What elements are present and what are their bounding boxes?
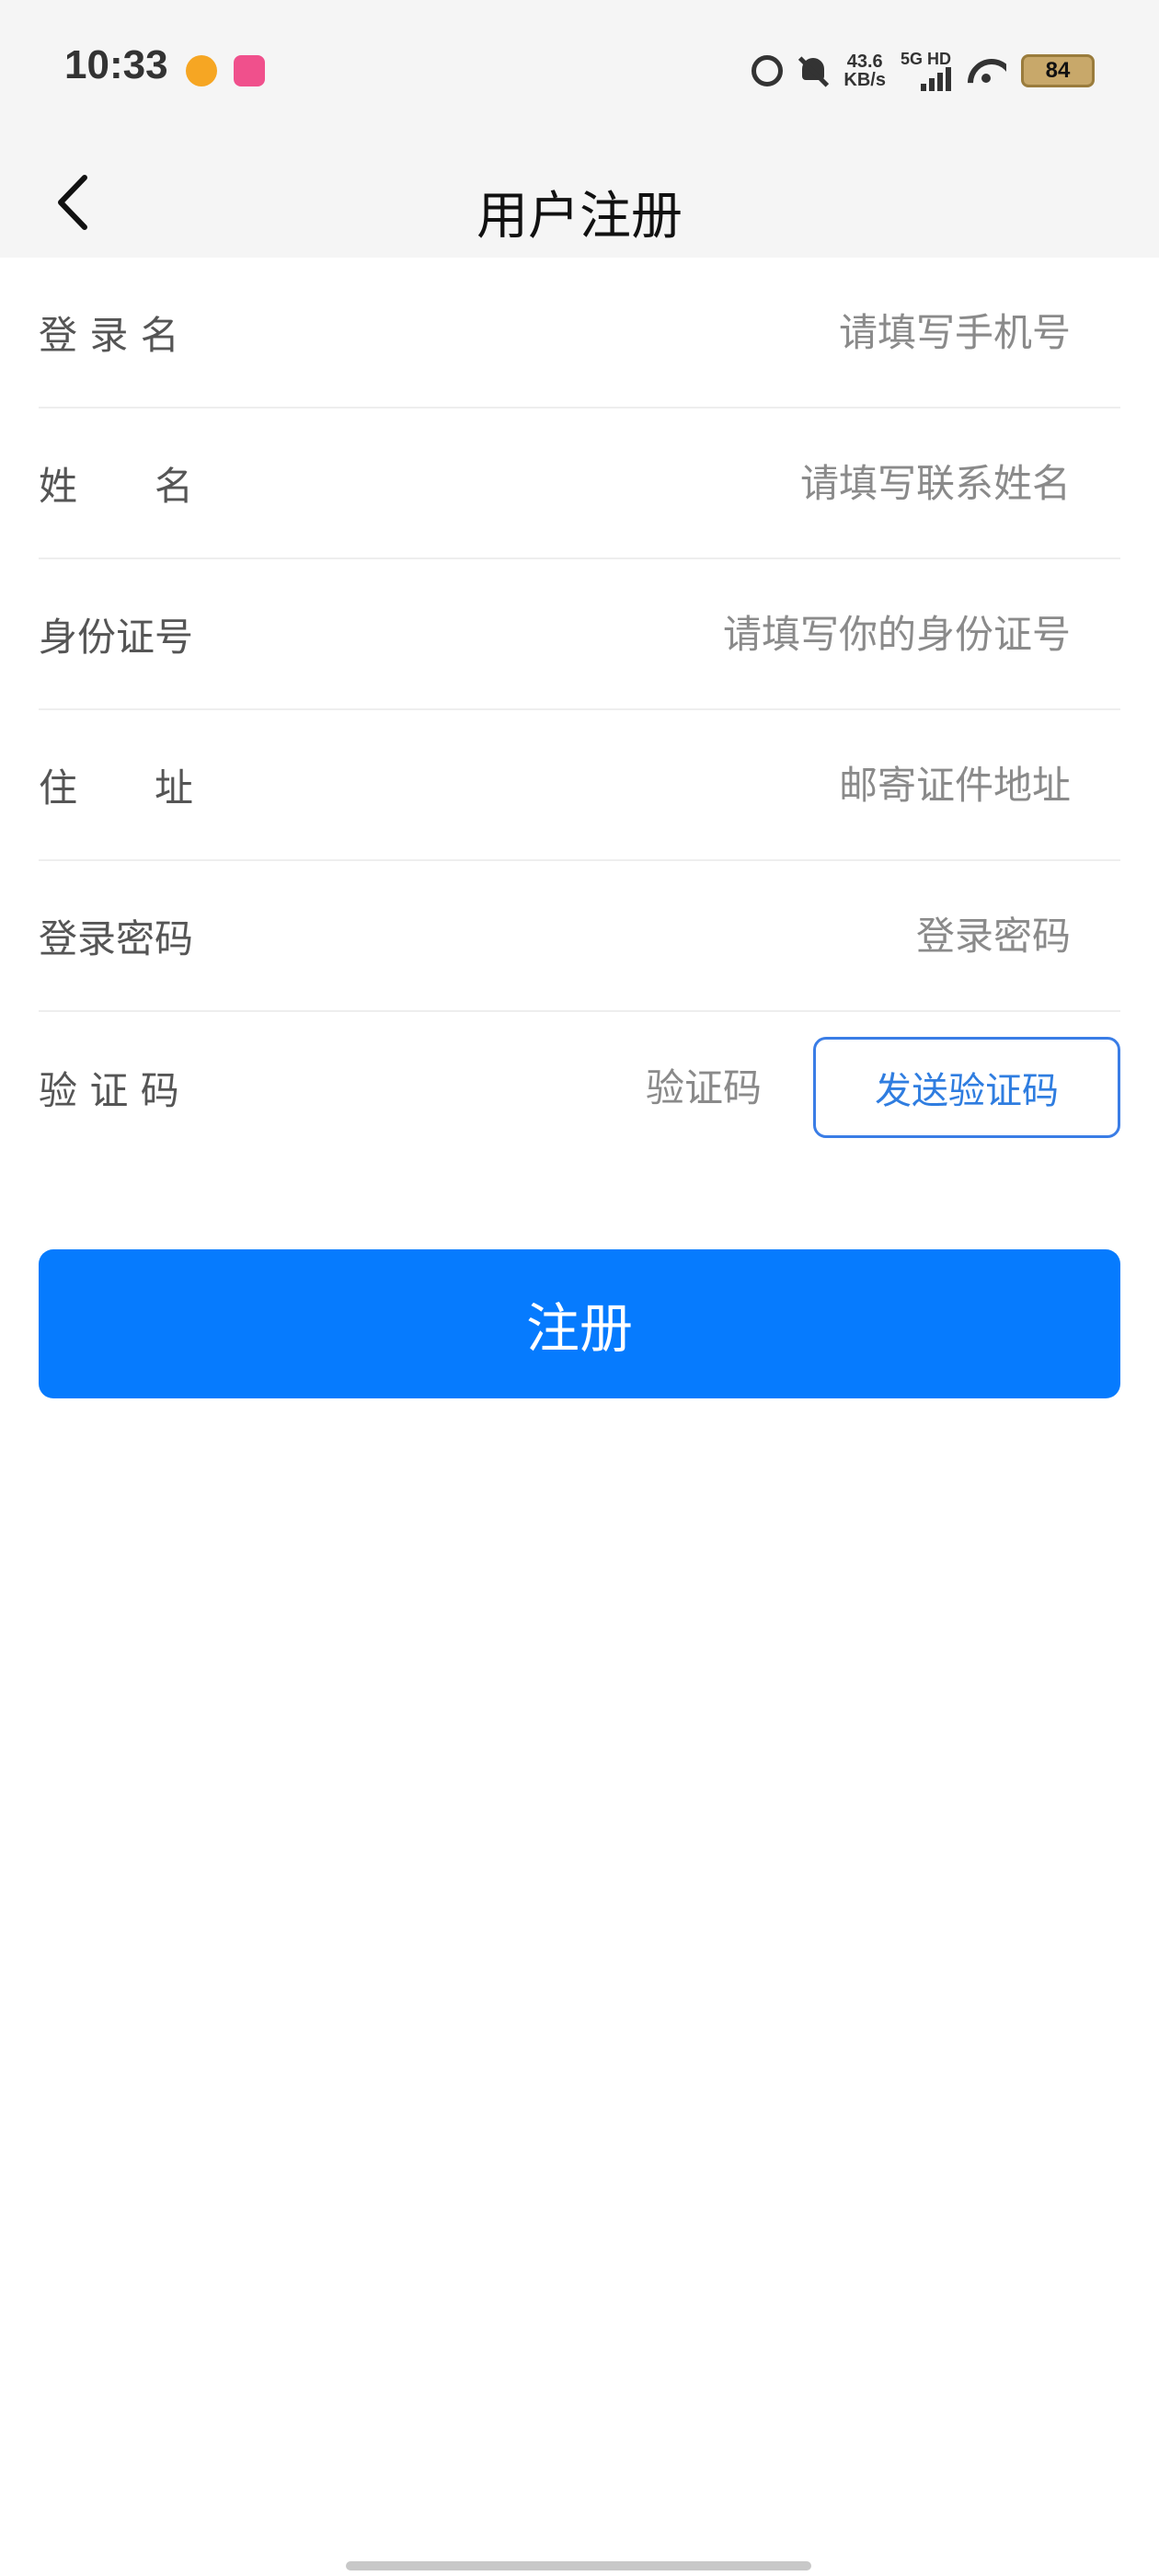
status-icons: 43.6 KB/s 5G HD 84: [752, 48, 1095, 94]
alarm-icon: [752, 55, 784, 86]
network-speed-unit: KB/s: [843, 70, 886, 90]
network-speed: 43.6 KB/s: [843, 52, 886, 89]
password-row: 登录密码: [39, 861, 1120, 1012]
mute-icon: [798, 54, 829, 87]
app-notification-icon: [186, 55, 217, 86]
status-time: 10:33: [64, 42, 168, 87]
page-title: 用户注册: [476, 187, 683, 247]
network-speed-value: 43.6: [846, 52, 883, 72]
cellular-status: 5G HD: [901, 51, 951, 91]
password-label: 登录密码: [39, 915, 194, 961]
login-name-row: 登 录 名: [39, 258, 1120, 408]
name-input[interactable]: [427, 446, 1071, 520]
home-indicator[interactable]: [346, 2561, 811, 2570]
wifi-icon: [966, 57, 1006, 85]
verification-code-input[interactable]: [486, 1051, 762, 1124]
network-type: 5G HD: [900, 50, 951, 68]
video-app-notification-icon: [234, 55, 265, 86]
name-label: 姓 名: [39, 463, 194, 509]
verification-code-row: 验 证 码 发送验证码: [39, 1012, 1120, 1163]
password-input[interactable]: [427, 899, 1071, 972]
battery-icon: 84: [1021, 54, 1095, 87]
address-row: 住 址: [39, 710, 1120, 861]
id-number-input[interactable]: [427, 597, 1071, 671]
id-number-row: 身份证号: [39, 559, 1120, 710]
login-name-label: 登 录 名: [39, 312, 179, 358]
send-code-button[interactable]: 发送验证码: [813, 1037, 1120, 1138]
registration-form: 登 录 名 姓 名 身份证号 住 址 登录密码 验 证 码 发送验证码: [39, 258, 1120, 1163]
login-name-input[interactable]: [427, 295, 1071, 369]
register-button[interactable]: 注册: [39, 1249, 1120, 1398]
verification-code-label: 验 证 码: [39, 1067, 179, 1113]
signal-icon: [921, 67, 951, 91]
address-label: 住 址: [39, 765, 194, 811]
name-row: 姓 名: [39, 408, 1120, 559]
address-input[interactable]: [427, 748, 1071, 822]
navigation-bar: 用户注册: [0, 147, 1159, 258]
status-bar: 10:33 43.6 KB/s 5G HD 84: [0, 0, 1159, 147]
id-number-label: 身份证号: [39, 614, 194, 660]
